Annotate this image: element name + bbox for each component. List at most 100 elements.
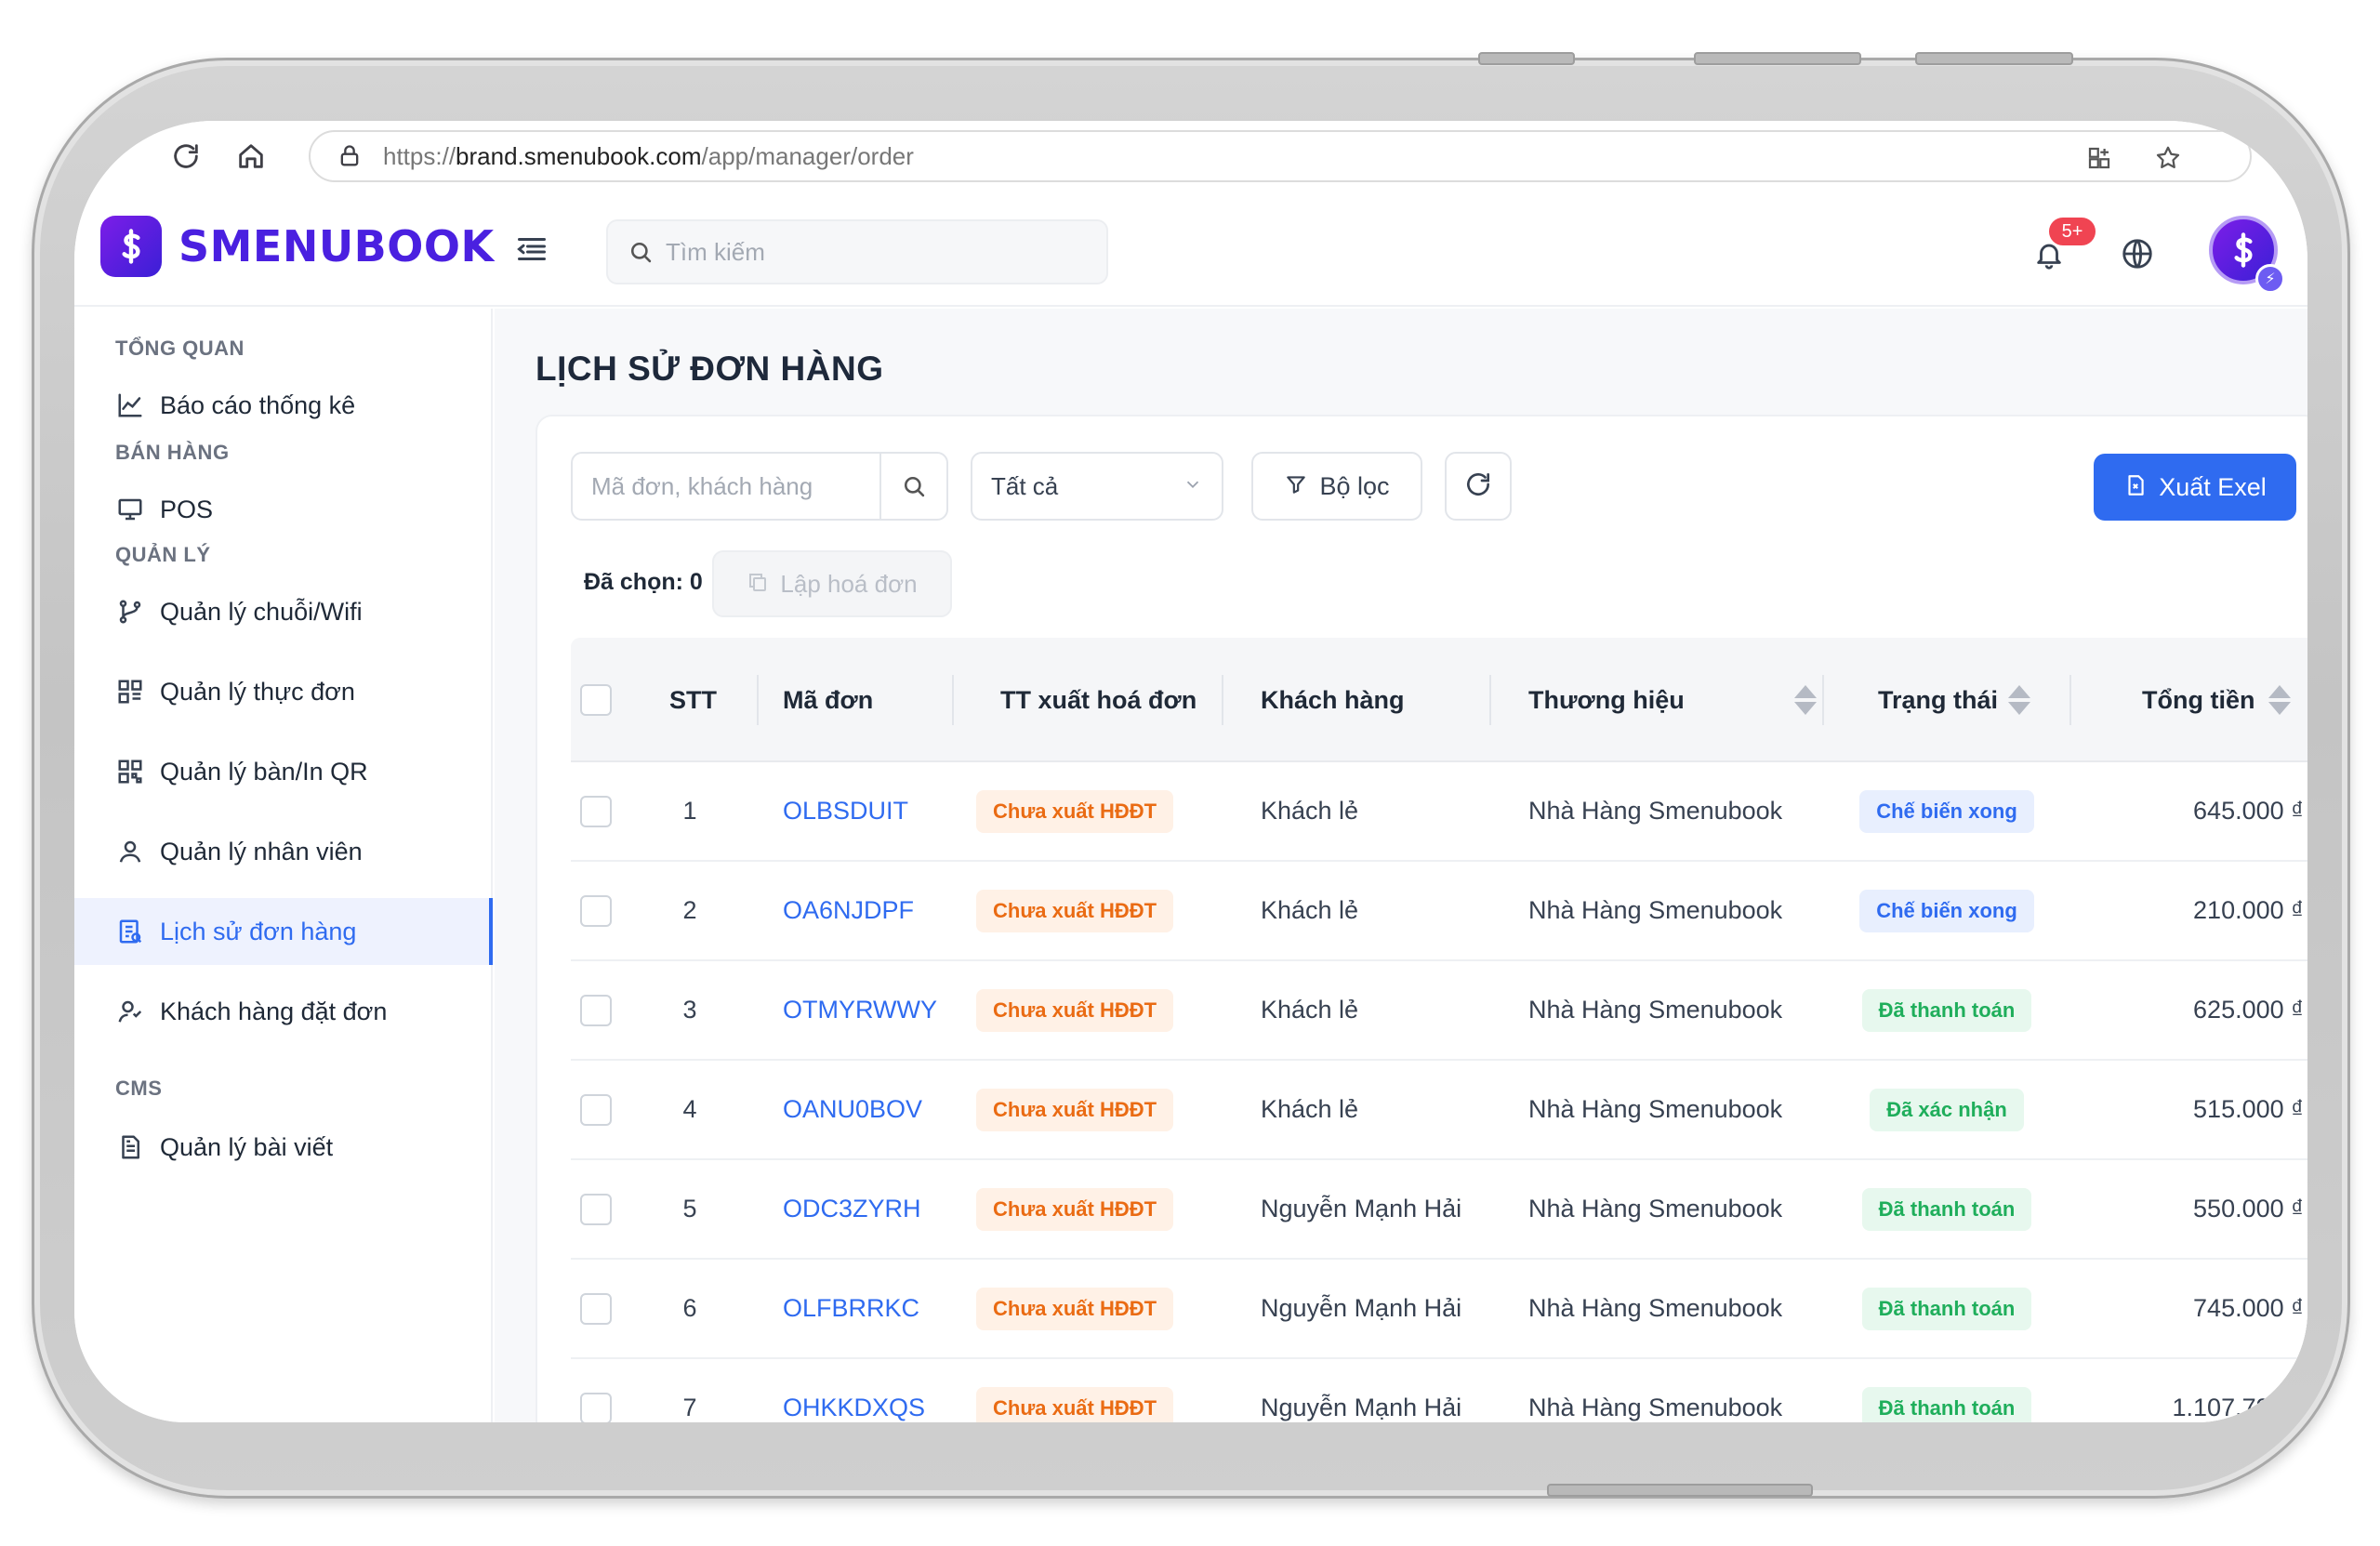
selected-count: Đã chọn: 0 <box>584 569 703 595</box>
sidebar-item-label: Quản lý thực đơn <box>160 677 355 706</box>
logo-text: SMENUBOOK <box>178 221 495 271</box>
sidebar-item-order-history[interactable]: Lịch sử đơn hàng <box>74 898 493 965</box>
cell-order-code[interactable]: OANU0BOV <box>783 1061 922 1158</box>
cell-customer: Khách lẻ <box>1261 996 1359 1024</box>
menu-collapse-icon[interactable] <box>513 231 550 268</box>
table-row[interactable]: 4 OANU0BOV Chưa xuất HĐĐT Khách lẻ Nhà Hàng … <box>571 1061 2307 1160</box>
cell-status: Đã thanh toán <box>1835 1160 2058 1258</box>
row-checkbox[interactable] <box>580 961 612 1059</box>
cell-order-code[interactable]: ODC3ZYRH <box>783 1160 921 1258</box>
sort-brand-icon[interactable] <box>1770 638 1817 762</box>
column-header-invoice-status: TT xuất hoá đơn <box>1000 685 1197 714</box>
chart-line-icon <box>113 389 147 422</box>
cell-customer: Nguyễn Mạnh Hải <box>1261 1195 1462 1222</box>
column-header-brand[interactable]: Thương hiệu <box>1528 638 1685 762</box>
cell-customer: Nguyễn Mạnh Hải <box>1261 1394 1462 1421</box>
refresh-button[interactable] <box>1445 452 1512 521</box>
table-row[interactable]: 2 OA6NJDPF Chưa xuất HĐĐT Khách lẻ Nhà Hàng … <box>571 862 2307 961</box>
status-select[interactable]: Tất cả <box>971 452 1223 521</box>
cell-order-code[interactable]: OTMYRWWY <box>783 961 937 1059</box>
address-bar[interactable]: https://brand.smenubook.com/app/manager/… <box>309 130 2252 182</box>
invoice-status-tag: Chưa xuất HĐĐT <box>976 1187 1174 1231</box>
cell-status: Chế biến xong <box>1835 862 2058 959</box>
select-all-checkbox[interactable] <box>580 638 612 762</box>
language-globe-icon[interactable] <box>2116 232 2159 275</box>
create-invoice-button[interactable]: Lập hoá đơn <box>712 550 952 617</box>
power-button <box>1547 1484 1813 1497</box>
table-row[interactable]: 3 OTMYRWWY Chưa xuất HĐĐT Khách lẻ Nhà Hàng … <box>571 961 2307 1061</box>
row-checkbox[interactable] <box>580 1160 612 1258</box>
sort-status-icon[interactable] <box>1984 638 2030 762</box>
table-row[interactable]: 1 OLBSDUIT Chưa xuất HĐĐT Khách lẻ Nhà Hàng … <box>571 762 2307 862</box>
reload-icon[interactable] <box>167 138 205 175</box>
cell-status: Đã thanh toán <box>1835 1359 2058 1422</box>
table-row[interactable]: 5 ODC3ZYRH Chưa xuất HĐĐT Nguyễn Mạnh Hải Nh… <box>571 1160 2307 1260</box>
sidebar-item-pos[interactable]: POS <box>74 476 493 543</box>
table-row[interactable]: 6 OLFBRRKC Chưa xuất HĐĐT Nguyễn Mạnh Hải Nh… <box>571 1260 2307 1359</box>
column-header-total-label: Tổng tiền <box>2142 685 2255 714</box>
cell-order-code[interactable]: OLBSDUIT <box>783 762 908 860</box>
status-select-value: Tất cả <box>991 471 1059 500</box>
export-excel-button[interactable]: Xuất Exel <box>2094 454 2296 521</box>
site-info-icon[interactable] <box>335 141 364 171</box>
row-checkbox[interactable] <box>580 862 612 959</box>
sort-total-icon[interactable] <box>2244 638 2291 762</box>
bookmark-star-icon[interactable] <box>2151 141 2185 175</box>
sidebar-item-reports[interactable]: Báo cáo thống kê <box>74 372 493 439</box>
column-header-stt: STT <box>669 685 717 714</box>
column-header-customer: Khách hàng <box>1261 685 1405 714</box>
column-header-status[interactable]: Trạng thái <box>1878 638 1998 762</box>
table-row[interactable]: 7 OHKKDXQS Chưa xuất HĐĐT Nguyễn Mạnh Hải Nh… <box>571 1359 2307 1422</box>
sidebar-item-chain-wifi[interactable]: Quản lý chuỗi/Wifi <box>74 578 493 645</box>
global-search-placeholder: Tìm kiếm <box>666 237 765 266</box>
filter-label: Bộ lọc <box>1319 471 1390 500</box>
sidebar-section-sales: BÁN HÀNG <box>115 441 230 464</box>
sidebar-item-customers[interactable]: Khách hàng đặt đơn <box>74 978 493 1045</box>
sidebar-item-label: POS <box>160 495 214 523</box>
sidebar-item-menu[interactable]: Quản lý thực đơn <box>74 658 493 725</box>
cell-brand: Nhà Hàng Smenubook <box>1528 1294 1783 1322</box>
row-checkbox[interactable] <box>580 1061 612 1158</box>
cell-order-code[interactable]: OA6NJDPF <box>783 862 914 959</box>
home-icon[interactable] <box>232 138 270 175</box>
row-checkbox[interactable] <box>580 1359 612 1422</box>
status-badge: Đã xác nhận <box>1870 1088 2024 1131</box>
row-checkbox[interactable] <box>580 1260 612 1357</box>
cell-order-code[interactable]: OLFBRRKC <box>783 1260 919 1357</box>
status-badge: Đã thanh toán <box>1861 1386 2032 1422</box>
cell-invoice-status: Chưa xuất HĐĐT <box>976 961 1174 1059</box>
cell-total: 1.107.790 ₫ <box>2172 1394 2304 1421</box>
search-button[interactable] <box>879 454 946 519</box>
volume-down-button <box>1915 52 2073 65</box>
cell-order-code[interactable]: OHKKDXQS <box>783 1359 925 1422</box>
cell-customer: Nguyễn Mạnh Hải <box>1261 1294 1462 1322</box>
cell-brand: Nhà Hàng Smenubook <box>1528 797 1783 825</box>
export-label: Xuất Exel <box>2159 472 2267 501</box>
filter-button[interactable]: Bộ lọc <box>1251 452 1422 521</box>
volume-up-button <box>1694 52 1861 65</box>
app-header: SMENUBOOK Tìm kiếm 5+ ⚡ <box>74 192 2307 307</box>
column-header-total[interactable]: Tổng tiền <box>2142 638 2254 762</box>
logo[interactable]: SMENUBOOK <box>100 216 495 277</box>
cell-customer: Khách lẻ <box>1261 896 1359 924</box>
cell-customer: Khách lẻ <box>1261 1095 1359 1123</box>
cell-total: 745.000 ₫ <box>2193 1294 2304 1322</box>
customer-icon <box>113 995 147 1028</box>
order-history-icon <box>113 915 147 948</box>
cell-status: Đã xác nhận <box>1835 1061 2058 1158</box>
order-search-input[interactable]: Mã đơn, khách hàng <box>571 452 948 521</box>
cell-invoice-status: Chưa xuất HĐĐT <box>976 862 1174 959</box>
extensions-icon[interactable] <box>2082 141 2116 175</box>
logo-mark-icon <box>100 216 162 277</box>
global-search-input[interactable]: Tìm kiếm <box>606 219 1108 284</box>
row-checkbox[interactable] <box>580 762 612 860</box>
invoice-status-tag: Chưa xuất HĐĐT <box>976 1386 1174 1422</box>
sidebar-item-staff[interactable]: Quản lý nhân viên <box>74 818 493 885</box>
cell-stt: 1 <box>682 797 697 825</box>
sidebar-item-posts[interactable]: Quản lý bài viết <box>74 1114 493 1181</box>
cell-stt: 6 <box>682 1294 697 1322</box>
status-badge: Đã thanh toán <box>1861 1287 2032 1330</box>
sidebar-item-tables-qr[interactable]: Quản lý bàn/In QR <box>74 738 493 805</box>
sidebar-item-label: Quản lý bài viết <box>160 1132 334 1161</box>
sidebar-item-label: Khách hàng đặt đơn <box>160 997 388 1025</box>
